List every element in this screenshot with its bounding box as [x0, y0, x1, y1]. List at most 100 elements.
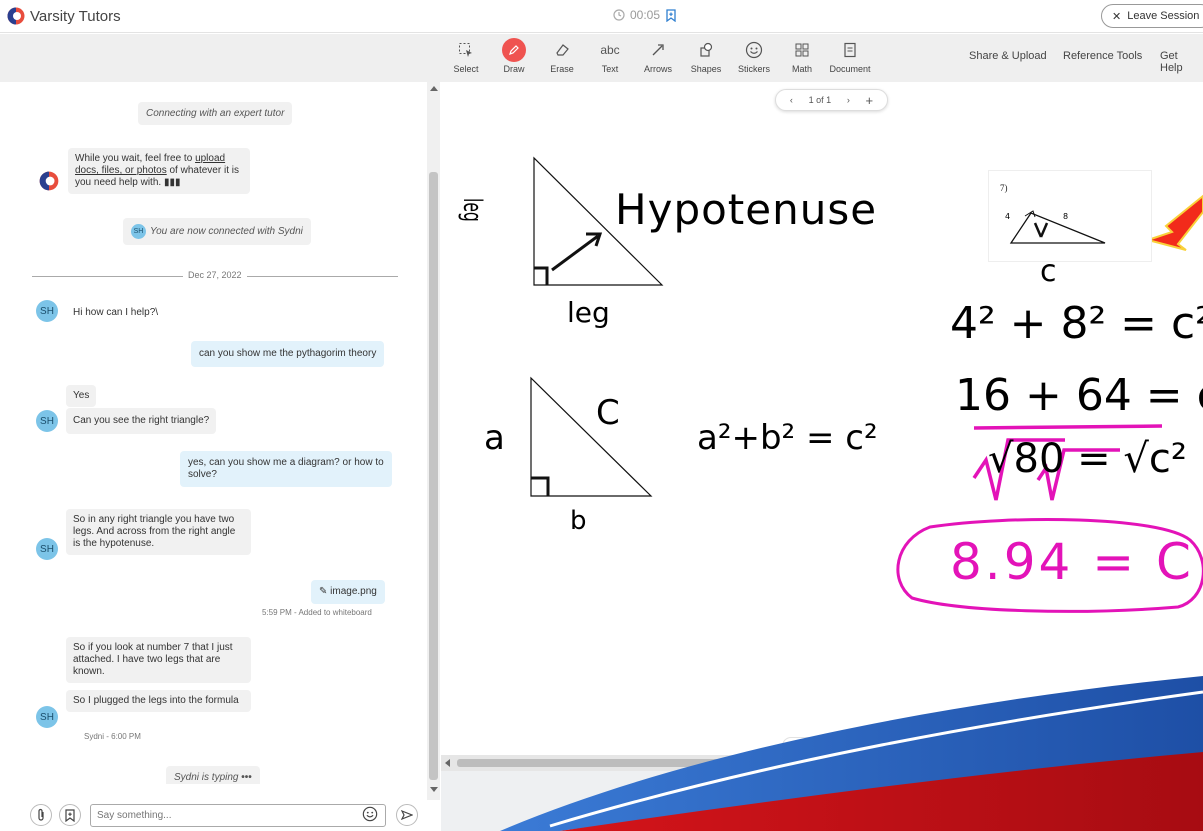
typing-dots: •••	[241, 772, 252, 783]
tutor-avatar: SH	[36, 706, 58, 728]
label-hypotenuse: Hypotenuse	[615, 185, 878, 234]
label-c: C	[596, 393, 620, 433]
tool-draw-label: Draw	[503, 64, 525, 74]
arrow-icon	[652, 44, 664, 56]
send-icon	[401, 809, 413, 821]
label-b: b	[570, 506, 587, 536]
chat-scroll-thumb[interactable]	[429, 172, 438, 780]
message-input[interactable]	[90, 804, 386, 827]
image-attachment[interactable]: ✎ image.png	[311, 580, 385, 604]
connected-notice: SH You are now connected with Sydni	[123, 218, 311, 245]
clock-icon	[613, 9, 625, 21]
chat-message: Can you see the right triangle?	[66, 408, 217, 434]
tool-text-label: Text	[601, 64, 619, 74]
wait-message: While you wait, feel free to upload docs…	[68, 148, 250, 194]
chat-message: So I plugged the legs into the formula	[66, 690, 251, 712]
tool-math[interactable]: Math	[780, 38, 824, 74]
scroll-down-arrow-icon[interactable]	[430, 787, 438, 792]
tool-stickers[interactable]: Stickers	[732, 38, 776, 74]
work-step-1: 4² + 8² = c²	[950, 298, 1203, 349]
leave-session-button[interactable]: ✕ Leave Session	[1101, 4, 1203, 28]
chat-message: So if you look at number 7 that I just a…	[66, 637, 251, 683]
tool-arrows[interactable]: Arrows	[636, 38, 680, 74]
chat-message: can you show me the pythagorim theory	[191, 341, 385, 367]
wait-text-1: While you wait, feel free to	[75, 153, 196, 164]
typing-indicator: Sydni is typing •••	[166, 766, 260, 784]
shapes-icon	[700, 42, 713, 57]
tutor-avatar: SH	[36, 410, 58, 432]
chat-message: Hi how can I help?\	[73, 307, 159, 318]
tool-document-label: Document	[829, 64, 871, 74]
message-composer	[0, 800, 440, 831]
label-a: a	[484, 418, 505, 458]
typing-text: Sydni is typing	[174, 772, 239, 783]
top-bar: Varsity Tutors 00:05 ✕ Leave Session	[0, 0, 1203, 33]
pointer-arrow-icon	[1144, 194, 1203, 251]
timer-value: 00:05	[630, 8, 661, 22]
label-leg-vertical: leg	[457, 198, 487, 222]
tutor-avatar: SH	[36, 538, 58, 560]
tool-erase-label: Erase	[550, 64, 574, 74]
decorative-swoosh	[500, 676, 1203, 831]
problem-side-8: 8	[1063, 212, 1069, 221]
attach-button[interactable]	[30, 804, 52, 826]
chat-scrollbar[interactable]	[427, 82, 440, 800]
pencil-icon: ✎	[319, 586, 331, 597]
message-meta: Sydni - 6:00 PM	[84, 732, 141, 741]
chat-panel: Connecting with an expert tutor While yo…	[0, 82, 428, 784]
reference-tools-menu[interactable]: Reference Tools	[1063, 50, 1142, 62]
paperclip-icon	[38, 808, 44, 821]
app-name: Varsity Tutors	[30, 7, 121, 25]
scroll-up-arrow-icon[interactable]	[430, 86, 438, 91]
answer-value: 8.94 = C	[950, 533, 1194, 591]
hypotenuse-arrow	[551, 234, 599, 272]
problem-7-image[interactable]	[988, 170, 1152, 262]
close-icon: ✕	[1112, 10, 1122, 23]
bookmark-button[interactable]	[59, 804, 81, 826]
share-upload-menu[interactable]: Share & Upload	[969, 50, 1047, 62]
eraser-icon	[556, 44, 569, 56]
send-button[interactable]	[396, 804, 418, 826]
label-leg-bottom: leg	[567, 296, 610, 329]
attachment-meta: 5:59 PM - Added to whiteboard	[262, 608, 372, 617]
tool-document[interactable]: Document	[828, 38, 872, 74]
varsity-tutors-logo-icon	[7, 7, 25, 25]
tutor-avatar-small: SH	[131, 224, 146, 239]
problem-side-4: 4	[1005, 212, 1011, 221]
app-logo: Varsity Tutors	[6, 6, 121, 26]
problem-number: 7)	[1000, 183, 1008, 193]
get-help-menu[interactable]: Get Help	[1160, 50, 1203, 74]
select-icon	[459, 43, 472, 57]
connecting-notice: Connecting with an expert tutor	[138, 102, 293, 125]
session-timer: 00:05	[613, 8, 677, 22]
work-step-2: 16 + 64 = c²	[955, 370, 1203, 421]
tool-arrows-label: Arrows	[643, 64, 672, 74]
tool-draw[interactable]: Draw	[492, 38, 536, 74]
tool-stickers-label: Stickers	[737, 64, 770, 74]
problem-unknown-c: c	[1040, 254, 1057, 289]
pythagorean-formula: a²+b² = c²	[697, 418, 878, 458]
tool-shapes-label: Shapes	[690, 64, 722, 74]
attachment-name: image.png	[330, 586, 377, 597]
pencil-icon	[502, 38, 526, 62]
document-icon	[844, 42, 856, 58]
tool-select[interactable]: Select	[444, 38, 488, 74]
chat-message: yes, can you show me a diagram? or how t…	[180, 451, 392, 487]
date-label: Dec 27, 2022	[183, 270, 247, 280]
bookmark-add-icon[interactable]	[665, 8, 677, 22]
bookmark-add-icon	[65, 808, 75, 822]
tool-text[interactable]: abc Text	[588, 38, 632, 74]
chat-message: So in any right triangle you have two le…	[66, 509, 251, 555]
tool-math-label: Math	[791, 64, 812, 74]
work-step-3: √80 = √c²	[988, 436, 1187, 482]
leave-session-label: Leave Session	[1127, 10, 1200, 22]
tool-erase[interactable]: Erase	[540, 38, 584, 74]
tutor-avatar: SH	[36, 300, 58, 322]
emoji-picker-icon[interactable]	[362, 806, 378, 827]
tool-shapes[interactable]: Shapes	[684, 38, 728, 74]
chat-message: Yes	[66, 385, 97, 407]
text-icon: abc	[600, 43, 620, 57]
math-icon	[795, 43, 809, 57]
varsity-bot-avatar-icon	[39, 171, 59, 191]
emoji-icon: ▮▮▮	[163, 177, 181, 188]
